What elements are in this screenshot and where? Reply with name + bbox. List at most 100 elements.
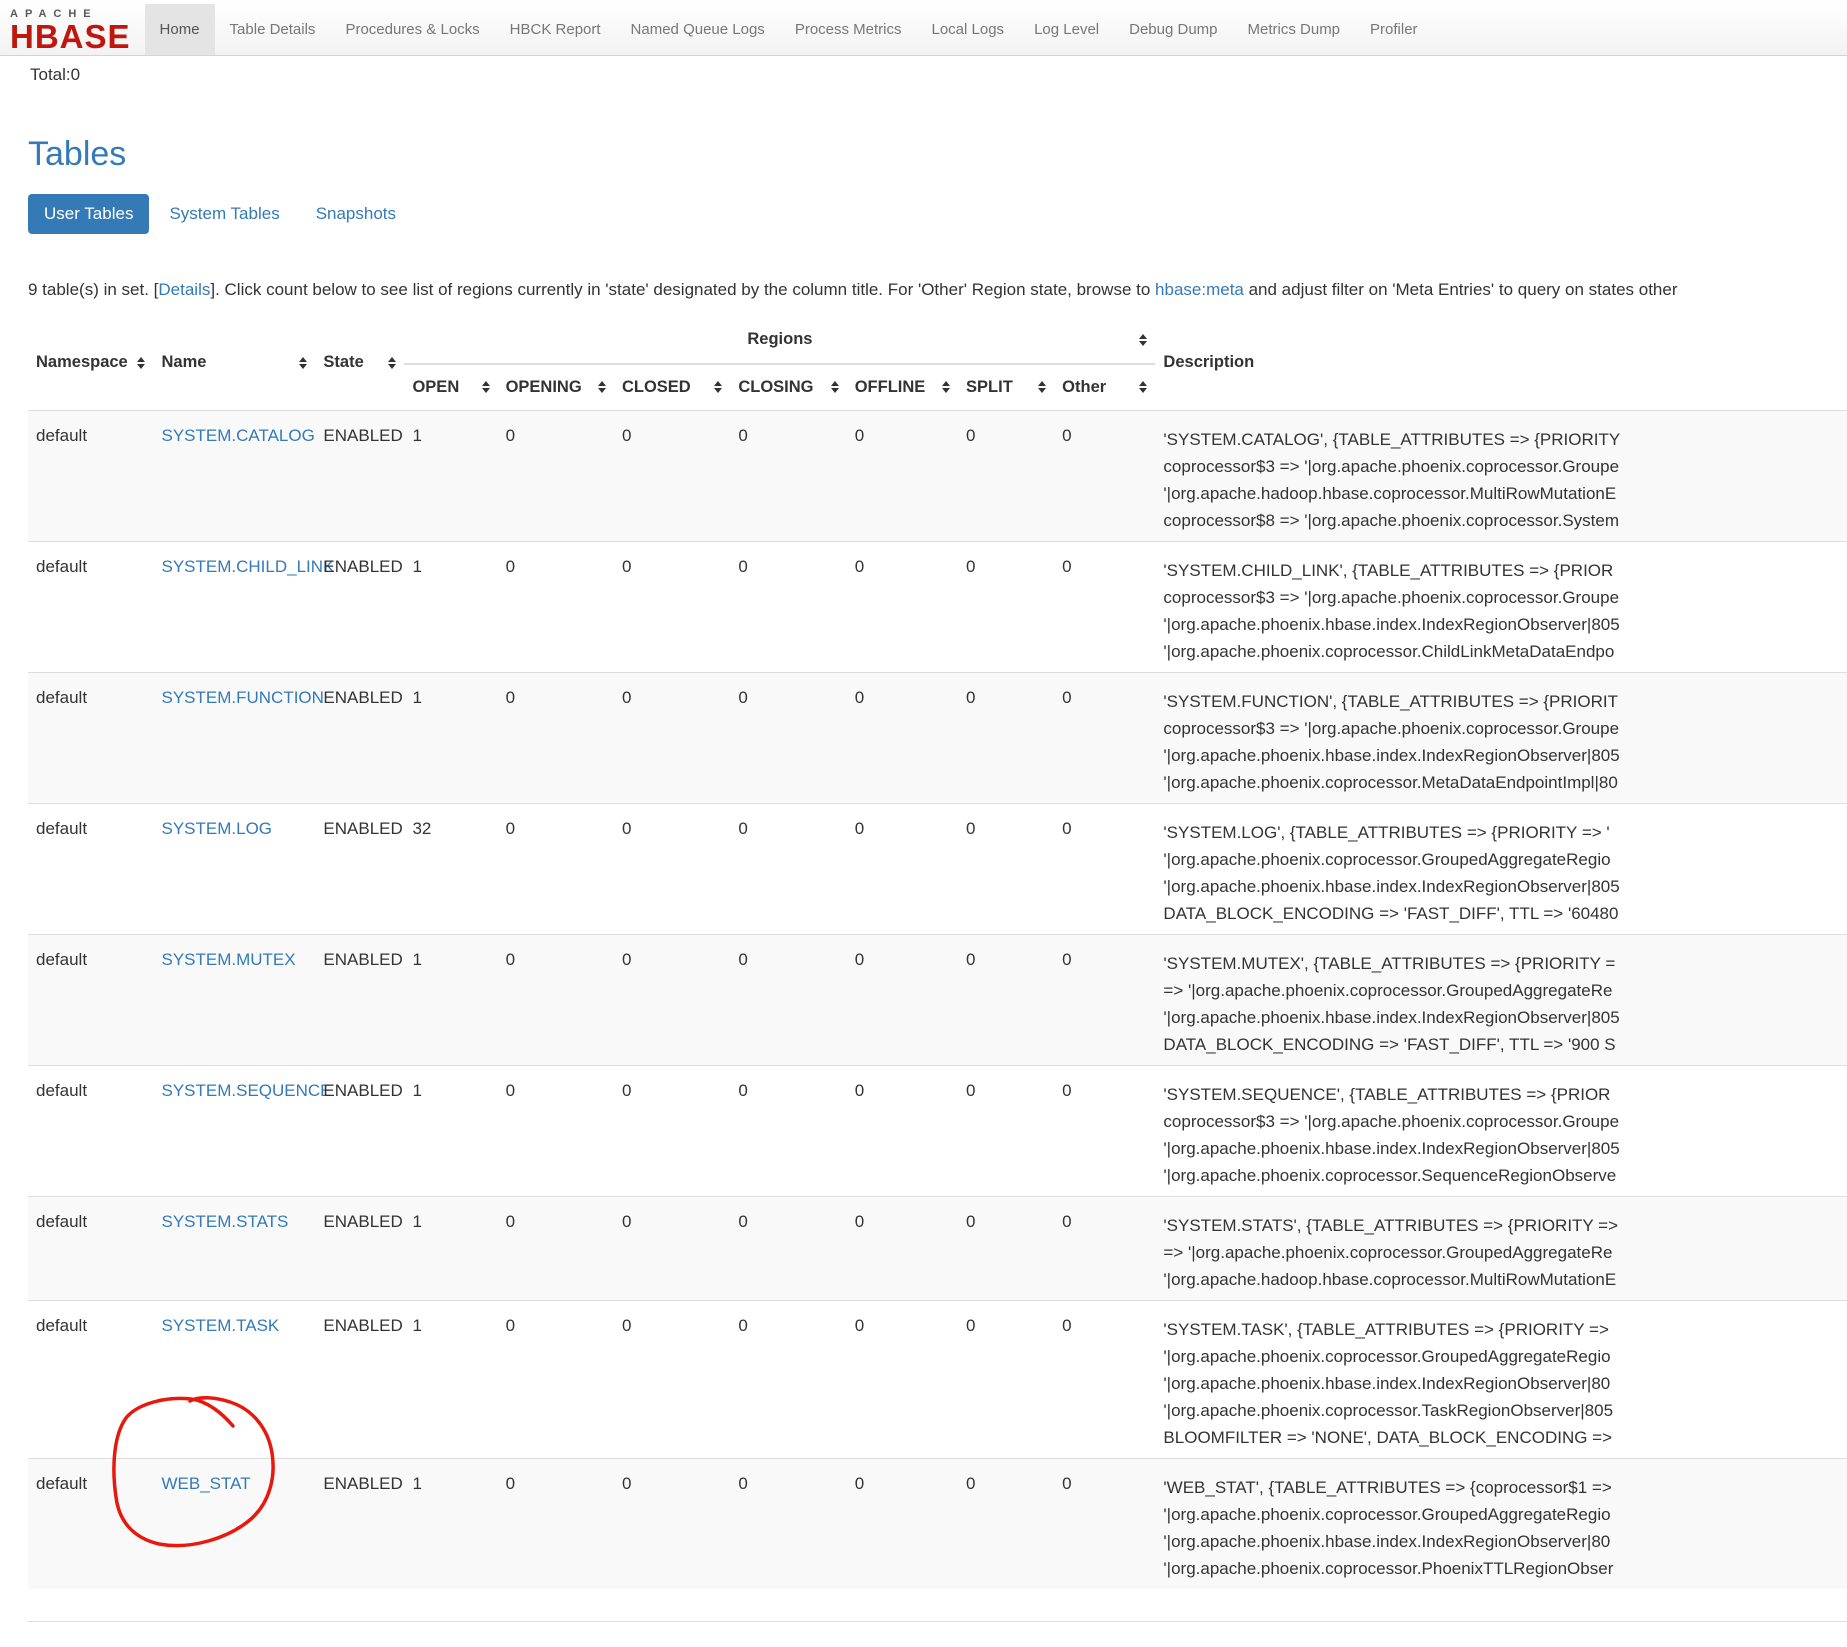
region-count-open[interactable]: 32 [404, 803, 497, 934]
region-count-other[interactable]: 0 [1054, 541, 1155, 672]
region-count-offline[interactable]: 0 [847, 1458, 958, 1589]
region-count-offline[interactable]: 0 [847, 410, 958, 541]
region-count-opening[interactable]: 0 [498, 1300, 614, 1458]
tab-item[interactable]: User Tables [28, 194, 149, 234]
region-count-offline[interactable]: 0 [847, 541, 958, 672]
region-count-closing[interactable]: 0 [730, 1196, 846, 1300]
nav-item[interactable]: Local Logs [917, 4, 1020, 55]
region-count-opening[interactable]: 0 [498, 541, 614, 672]
region-count-other[interactable]: 0 [1054, 1065, 1155, 1196]
region-count-closing[interactable]: 0 [730, 410, 846, 541]
header-region-state[interactable]: SPLIT [958, 364, 1054, 410]
header-state[interactable]: State [315, 316, 404, 410]
region-count-closing[interactable]: 0 [730, 803, 846, 934]
region-count-open[interactable]: 1 [404, 1065, 497, 1196]
nav-item[interactable]: Profiler [1355, 4, 1433, 55]
region-count-other[interactable]: 0 [1054, 672, 1155, 803]
region-count-offline[interactable]: 0 [847, 1065, 958, 1196]
table-name-link[interactable]: SYSTEM.CHILD_LINK [161, 557, 334, 576]
region-count-other[interactable]: 0 [1054, 803, 1155, 934]
region-count-closed[interactable]: 0 [614, 1065, 730, 1196]
region-count-opening[interactable]: 0 [498, 672, 614, 803]
header-region-state[interactable]: OPEN [404, 364, 497, 410]
region-count-closing[interactable]: 0 [730, 541, 846, 672]
region-count-closed[interactable]: 0 [614, 1196, 730, 1300]
header-regions-group[interactable]: Regions [404, 316, 1155, 364]
region-count-open[interactable]: 1 [404, 1300, 497, 1458]
header-region-state[interactable]: CLOSING [730, 364, 846, 410]
nav-item[interactable]: Home [145, 4, 215, 55]
table-name-link[interactable]: SYSTEM.FUNCTION [161, 688, 323, 707]
details-link[interactable]: Details [158, 280, 210, 299]
region-count-open[interactable]: 1 [404, 934, 497, 1065]
region-count-other[interactable]: 0 [1054, 1458, 1155, 1589]
table-name-link[interactable]: SYSTEM.SEQUENCE [161, 1081, 331, 1100]
region-count-split[interactable]: 0 [958, 1196, 1054, 1300]
region-count-open[interactable]: 1 [404, 1458, 497, 1589]
region-count-opening[interactable]: 0 [498, 803, 614, 934]
region-count-closed[interactable]: 0 [614, 410, 730, 541]
tab-item[interactable]: Snapshots [300, 194, 412, 234]
header-region-state[interactable]: OPENING [498, 364, 614, 410]
region-count-open[interactable]: 1 [404, 1196, 497, 1300]
region-count-closing[interactable]: 0 [730, 1065, 846, 1196]
nav-item[interactable]: Debug Dump [1114, 4, 1232, 55]
region-count-split[interactable]: 0 [958, 1458, 1054, 1589]
hbase-logo[interactable]: APACHE HBASE [0, 4, 145, 55]
nav-item[interactable]: Named Queue Logs [616, 4, 780, 55]
region-count-opening[interactable]: 0 [498, 1065, 614, 1196]
header-namespace[interactable]: Namespace [28, 316, 153, 410]
nav-item[interactable]: Log Level [1019, 4, 1114, 55]
region-count-offline[interactable]: 0 [847, 1300, 958, 1458]
region-count-opening[interactable]: 0 [498, 410, 614, 541]
region-count-other[interactable]: 0 [1054, 410, 1155, 541]
region-count-closed[interactable]: 0 [614, 803, 730, 934]
region-count-split[interactable]: 0 [958, 803, 1054, 934]
header-name[interactable]: Name [153, 316, 315, 410]
table-name-link[interactable]: SYSTEM.LOG [161, 819, 272, 838]
region-count-split[interactable]: 0 [958, 541, 1054, 672]
region-count-split[interactable]: 0 [958, 1300, 1054, 1458]
header-region-state[interactable]: Other [1054, 364, 1155, 410]
nav-item[interactable]: Process Metrics [780, 4, 917, 55]
region-count-closed[interactable]: 0 [614, 541, 730, 672]
region-count-closing[interactable]: 0 [730, 1458, 846, 1589]
region-count-other[interactable]: 0 [1054, 1300, 1155, 1458]
region-count-split[interactable]: 0 [958, 672, 1054, 803]
nav-item[interactable]: HBCK Report [495, 4, 616, 55]
table-name-link[interactable]: WEB_STAT [161, 1474, 250, 1493]
region-count-opening[interactable]: 0 [498, 1196, 614, 1300]
table-name-link[interactable]: SYSTEM.STATS [161, 1212, 288, 1231]
region-count-closing[interactable]: 0 [730, 934, 846, 1065]
region-count-opening[interactable]: 0 [498, 1458, 614, 1589]
region-count-open[interactable]: 1 [404, 410, 497, 541]
region-count-open[interactable]: 1 [404, 541, 497, 672]
nav-item[interactable]: Metrics Dump [1233, 4, 1356, 55]
region-count-split[interactable]: 0 [958, 410, 1054, 541]
region-count-split[interactable]: 0 [958, 934, 1054, 1065]
nav-item[interactable]: Procedures & Locks [330, 4, 494, 55]
tab-item[interactable]: System Tables [153, 194, 295, 234]
header-region-state[interactable]: CLOSED [614, 364, 730, 410]
region-count-closed[interactable]: 0 [614, 672, 730, 803]
nav-item[interactable]: Table Details [215, 4, 331, 55]
table-name-link[interactable]: SYSTEM.CATALOG [161, 426, 314, 445]
region-count-closed[interactable]: 0 [614, 1300, 730, 1458]
region-count-closed[interactable]: 0 [614, 934, 730, 1065]
header-region-state[interactable]: OFFLINE [847, 364, 958, 410]
region-count-offline[interactable]: 0 [847, 934, 958, 1065]
region-count-opening[interactable]: 0 [498, 934, 614, 1065]
hbase-meta-link[interactable]: hbase:meta [1155, 280, 1244, 299]
region-count-open[interactable]: 1 [404, 672, 497, 803]
region-count-offline[interactable]: 0 [847, 1196, 958, 1300]
region-count-other[interactable]: 0 [1054, 1196, 1155, 1300]
table-name-link[interactable]: SYSTEM.TASK [161, 1316, 279, 1335]
region-count-closing[interactable]: 0 [730, 672, 846, 803]
region-count-other[interactable]: 0 [1054, 934, 1155, 1065]
region-count-closed[interactable]: 0 [614, 1458, 730, 1589]
region-count-offline[interactable]: 0 [847, 672, 958, 803]
region-count-split[interactable]: 0 [958, 1065, 1054, 1196]
region-count-offline[interactable]: 0 [847, 803, 958, 934]
table-name-link[interactable]: SYSTEM.MUTEX [161, 950, 295, 969]
region-count-closing[interactable]: 0 [730, 1300, 846, 1458]
